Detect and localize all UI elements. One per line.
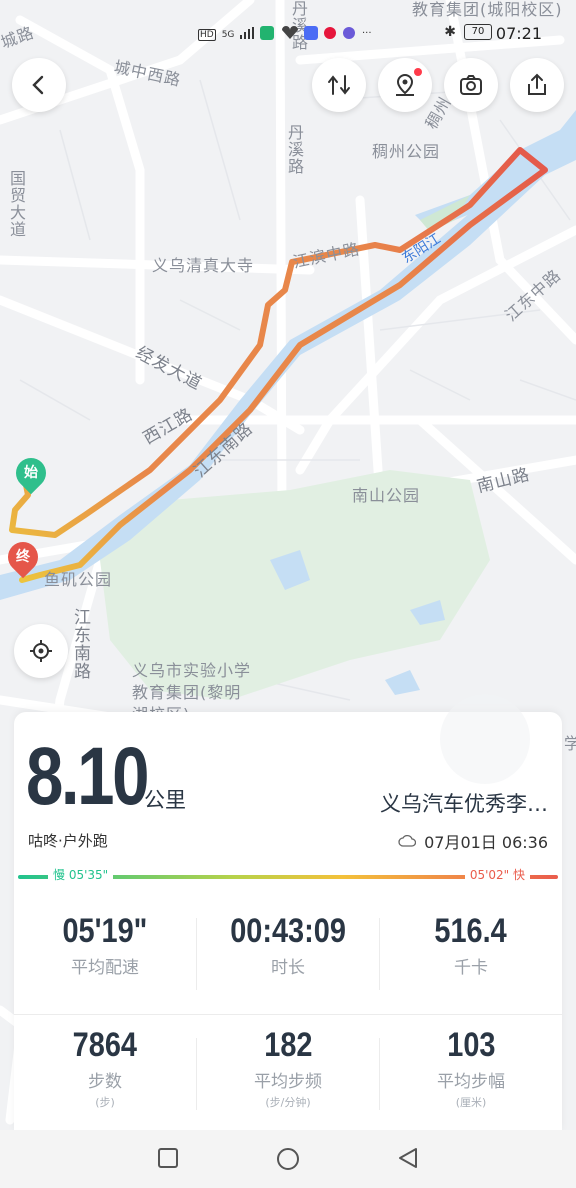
pace-slow-label: 慢 05'35" bbox=[48, 866, 114, 883]
bluetooth-icon: ✱ bbox=[444, 24, 456, 40]
stat-label: 平均配速 bbox=[71, 958, 139, 978]
stat-value: 103 bbox=[446, 1026, 496, 1064]
map-label-right-edge: 学 bbox=[564, 734, 576, 753]
start-marker[interactable]: 始 bbox=[9, 451, 53, 495]
stat-value: 7864 bbox=[72, 1026, 138, 1064]
distance-unit: 公里 bbox=[144, 788, 186, 812]
stat-value: 00:43:09 bbox=[230, 912, 346, 950]
stat-value: 05'19" bbox=[62, 912, 148, 950]
camera-button[interactable] bbox=[444, 58, 498, 112]
locate-button[interactable] bbox=[14, 624, 68, 678]
stat-stride: 103 平均步幅 (厘米) bbox=[380, 1026, 562, 1110]
status-bar: HD 5G ··· ✱ 70 07:21 bbox=[0, 0, 576, 66]
location-pin-icon bbox=[396, 73, 414, 96]
stat-label: 时长 bbox=[271, 958, 305, 978]
activity-type: 咕咚·户外跑 bbox=[28, 832, 108, 850]
camera-icon bbox=[460, 75, 482, 95]
signal-icon bbox=[240, 27, 255, 42]
circle-icon bbox=[277, 1148, 299, 1170]
pace-fast-label: 05'02" 快 bbox=[464, 866, 530, 883]
stat-label: 平均步幅 bbox=[437, 1072, 505, 1092]
route-swap-icon bbox=[328, 75, 350, 95]
triangle-back-icon bbox=[399, 1148, 417, 1168]
5g-icon: 5G bbox=[221, 29, 235, 40]
avatar-placeholder bbox=[440, 694, 530, 784]
crosshair-icon bbox=[30, 640, 52, 662]
share-button[interactable] bbox=[510, 58, 564, 112]
svg-text:···: ··· bbox=[362, 28, 372, 39]
status-time: 07:21 bbox=[495, 24, 542, 43]
system-nav-bar bbox=[0, 1130, 576, 1188]
back-button[interactable] bbox=[12, 58, 66, 112]
divider bbox=[14, 1014, 562, 1015]
status-icons: HD 5G ··· bbox=[198, 26, 380, 43]
stat-label: 步数 bbox=[88, 1072, 122, 1092]
route-toggle-button[interactable] bbox=[312, 58, 366, 112]
stat-sub: (步/分钟) bbox=[265, 1096, 311, 1109]
map-label-chouzhou-park: 稠州公园 bbox=[372, 142, 441, 161]
notification-dot bbox=[414, 68, 422, 76]
stat-duration: 00:43:09 时长 bbox=[197, 912, 379, 978]
stat-cadence: 182 平均步频 (步/分钟) bbox=[197, 1026, 379, 1110]
stat-value: 516.4 bbox=[434, 912, 508, 950]
recents-button[interactable] bbox=[156, 1146, 180, 1174]
cloud-icon bbox=[398, 835, 417, 847]
share-icon bbox=[528, 73, 546, 95]
map-label-guo-road: 国贸大道 bbox=[7, 170, 26, 238]
poi-button[interactable] bbox=[378, 58, 432, 112]
back-arrow-icon bbox=[32, 75, 44, 95]
stat-calories: 516.4 千卡 bbox=[380, 912, 562, 978]
stat-steps: 7864 步数 (步) bbox=[14, 1026, 196, 1110]
map-label-park-sw: 鱼矶公园 bbox=[44, 570, 113, 589]
distance-value: 8.10 bbox=[26, 731, 149, 822]
battery-indicator: 70 bbox=[464, 24, 492, 40]
home-button[interactable] bbox=[275, 1146, 301, 1176]
date-text: 07月01日 06:36 bbox=[424, 833, 548, 852]
date-time: 07月01日 06:36 bbox=[398, 829, 548, 853]
route-name[interactable]: 义乌汽车优秀李… bbox=[380, 788, 548, 818]
stat-avg-pace: 05'19" 平均配速 bbox=[14, 912, 196, 978]
stat-sub: (步) bbox=[95, 1096, 115, 1109]
map-label-danxi-mid: 丹溪路 bbox=[285, 124, 304, 175]
app-icons: ··· bbox=[260, 26, 380, 43]
map-label-yiwu-mosque: 义乌清真大寺 bbox=[152, 256, 255, 275]
hd-icon: HD bbox=[198, 28, 216, 41]
run-summary-card: 8.10 公里 义乌汽车优秀李… 咕咚·户外跑 07月01日 06:36 慢 0… bbox=[14, 694, 562, 1132]
stat-label: 千卡 bbox=[454, 958, 488, 978]
square-icon bbox=[158, 1148, 178, 1168]
end-marker[interactable]: 终 bbox=[1, 535, 45, 579]
map-label-jiangdongnan-vert: 江东南路 bbox=[70, 608, 90, 680]
stat-value: 182 bbox=[263, 1026, 313, 1064]
stat-sub: (厘米) bbox=[455, 1096, 487, 1109]
back-nav-button[interactable] bbox=[396, 1146, 420, 1174]
map-label-nanshan-park: 南山公园 bbox=[352, 486, 421, 505]
stat-label: 平均步频 bbox=[254, 1072, 322, 1092]
